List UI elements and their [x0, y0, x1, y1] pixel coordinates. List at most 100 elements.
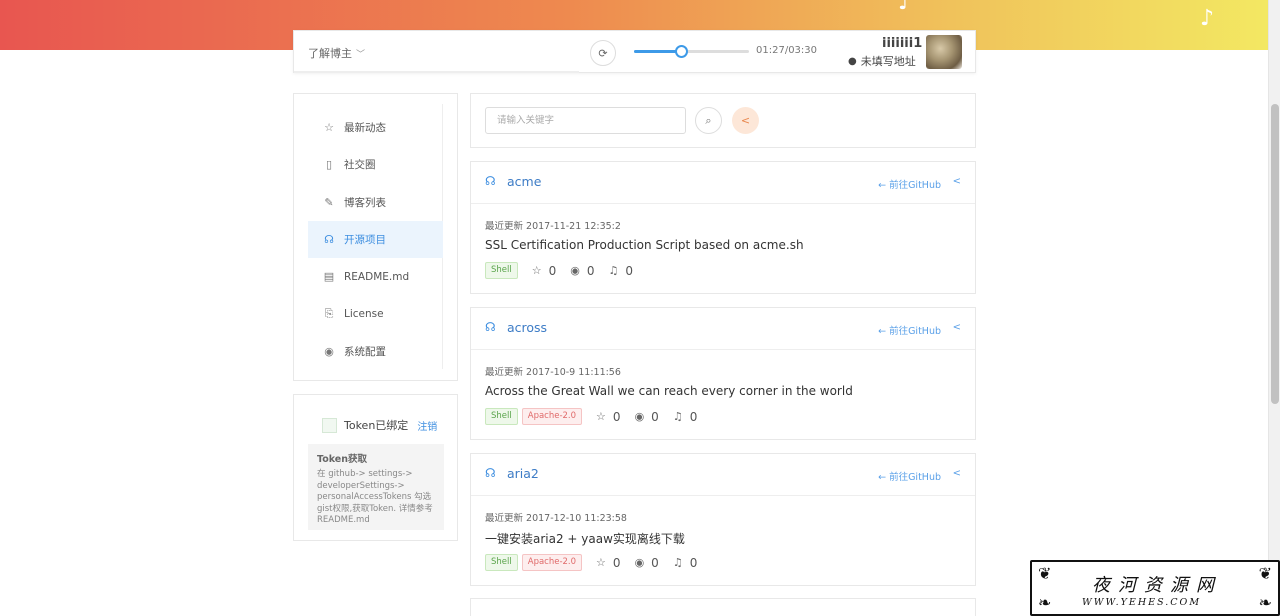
open-github-link[interactable]: ← 前往GitHub — [878, 323, 941, 337]
sidebar-nav: ☆ 最新动态 ▯ 社交圈 ✎ 博客列表 ☊ 开源项目 ▤ README.md ⎘ License ◉ 系统… — [293, 93, 458, 381]
updated-label: 最近更新 — [485, 513, 524, 524]
profile-header: 了解博主 ﹀ ⟳ 01:27/03:30 iiiiiii1 ● 未填写地址 — [293, 30, 976, 73]
watchers-stat: ◉ 0 — [570, 264, 594, 278]
location: ● 未填写地址 — [848, 53, 916, 69]
eye-icon: ◉ — [570, 264, 580, 277]
share-icon[interactable]: < — [953, 176, 961, 187]
repo-description: Across the Great Wall we can reach every… — [485, 384, 853, 398]
subscribers-stat: ♫ 0 — [673, 410, 698, 424]
logout-link[interactable]: 注销 — [417, 418, 437, 433]
sidebar-item-1[interactable]: ▯ 社交圈 — [308, 146, 443, 183]
ornament-icon: ❦ — [1038, 564, 1052, 583]
search-input[interactable] — [485, 107, 686, 134]
sidebar-item-4[interactable]: ▤ README.md — [308, 258, 443, 295]
license-tag: Apache-2.0 — [521, 554, 583, 571]
share-icon[interactable]: < — [953, 468, 961, 479]
license-tag: Apache-2.0 — [521, 408, 583, 425]
progress-fill — [634, 50, 682, 53]
repo-description: 一键安装aria2 + yaaw实现离线下载 — [485, 532, 685, 546]
watermark-title: 夜河资源网 — [1092, 575, 1222, 596]
location-pin-icon: ● — [848, 55, 857, 67]
star-icon: ☆ — [596, 410, 606, 423]
updated-label: 最近更新 — [485, 221, 524, 232]
music-note-icon[interactable]: ♪ — [1200, 8, 1214, 30]
watchers-count: 0 — [651, 409, 659, 424]
stars-stat: ☆ 0 — [532, 264, 557, 278]
refresh-icon: ⟳ — [598, 46, 608, 60]
sidebar-item-3[interactable]: ☊ 开源项目 — [308, 220, 443, 258]
file-icon: ▤ — [323, 270, 335, 284]
bell-icon: ♫ — [672, 556, 683, 569]
bell-icon: ♫ — [672, 410, 683, 423]
watchers-count: 0 — [651, 555, 659, 570]
about-blogger-label: 了解博主 — [308, 47, 352, 60]
updated-time: 2017-12-10 11:23:58 — [526, 513, 627, 524]
token-checkbox[interactable] — [322, 417, 337, 433]
repo-header: ☊ across ← 前往GitHub < — [471, 308, 975, 350]
updated-time: 2017-11-21 12:35:2 — [526, 221, 621, 232]
progress-knob[interactable] — [675, 45, 689, 58]
subscribers-stat: ♫ 0 — [673, 556, 698, 570]
stars-stat: ☆ 0 — [596, 556, 621, 570]
star-icon: ☆ — [596, 556, 606, 569]
repo-card: ☊ across ← 前往GitHub < 最近更新 2017-10-9 11:… — [470, 307, 976, 440]
sidebar-item-6[interactable]: ◉ 系统配置 — [308, 333, 443, 370]
token-help-box: Token获取 在 github-> settings-> developerS… — [308, 444, 444, 530]
share-button[interactable]: < — [732, 107, 759, 134]
subscribers-count: 0 — [689, 409, 698, 424]
subscribers-stat: ♫ 0 — [609, 264, 634, 278]
watchers-stat: ◉ 0 — [635, 556, 659, 570]
sidebar-item-label: 系统配置 — [344, 345, 386, 358]
repo-card: ☊ acme ← 前往GitHub < 最近更新 2017-11-21 12:3… — [470, 161, 976, 294]
stars-count: 0 — [548, 263, 557, 278]
music-progress-slider[interactable] — [634, 45, 749, 58]
settings-icon: ◉ — [324, 344, 334, 358]
repo-header: ☊ acme ← 前往GitHub < — [471, 162, 975, 204]
repo-name[interactable]: aria2 — [507, 466, 539, 481]
sidebar-item-label: 最新动态 — [344, 122, 386, 134]
repo-description: SSL Certification Production Script base… — [485, 238, 804, 252]
headphones-icon: ☊ — [485, 466, 496, 480]
scrollbar-thumb[interactable] — [1271, 104, 1279, 404]
headphones-icon: ☊ — [324, 232, 334, 246]
sidebar-item-label: 开源项目 — [344, 233, 386, 246]
open-github-link[interactable]: ← 前往GitHub — [878, 469, 941, 483]
refresh-button[interactable]: ⟳ — [590, 40, 616, 66]
stars-count: 0 — [612, 409, 621, 424]
star-icon: ☆ — [324, 121, 334, 134]
sidebar-item-2[interactable]: ✎ 博客列表 — [308, 184, 443, 221]
watermark-url: WWW.YEHES.COM — [1082, 597, 1202, 608]
repo-meta: Shell ☆ 0 ◉ 0 ♫ 0 — [485, 262, 633, 279]
repo-name[interactable]: across — [507, 320, 547, 335]
subscribers-count: 0 — [625, 263, 634, 278]
repo-name[interactable]: acme — [507, 174, 541, 189]
token-panel: Token已绑定 注销 Token获取 在 github-> settings-… — [293, 394, 458, 541]
sidebar-item-0[interactable]: ☆ 最新动态 — [308, 109, 443, 146]
ornament-icon: ❧ — [1038, 593, 1052, 612]
search-panel: ⌕ < — [470, 93, 976, 148]
repo-header: ☊ aria2 ← 前往GitHub < — [471, 454, 975, 496]
token-help-title: Token获取 — [317, 454, 368, 465]
avatar[interactable] — [926, 35, 962, 69]
sidebar-item-label: License — [344, 308, 384, 320]
username: iiiiiii1 — [882, 36, 923, 51]
share-icon[interactable]: < — [953, 322, 961, 333]
license-icon: ⎘ — [324, 307, 334, 320]
language-tag: Shell — [485, 554, 518, 571]
page-scrollbar[interactable] — [1268, 0, 1280, 616]
search-button[interactable]: ⌕ — [695, 107, 722, 134]
sidebar-item-5[interactable]: ⎘ License — [308, 296, 443, 333]
about-blogger-dropdown[interactable]: 了解博主 ﹀ — [308, 45, 365, 61]
phone-icon: ▯ — [325, 158, 333, 172]
token-status: Token已绑定 — [344, 419, 409, 432]
repo-card — [470, 598, 976, 616]
playback-time: 01:27/03:30 — [756, 45, 818, 56]
open-github-link[interactable]: ← 前往GitHub — [878, 177, 941, 191]
stars-count: 0 — [612, 555, 621, 570]
repo-updated: 最近更新 2017-10-9 11:11:56 — [485, 364, 621, 378]
bell-icon: ♫ — [608, 264, 619, 277]
headphones-icon: ☊ — [485, 174, 496, 188]
token-status-row: Token已绑定 注销 — [322, 417, 437, 433]
token-help-body: 在 github-> settings-> developerSettings-… — [317, 469, 433, 525]
repo-meta: Shell Apache-2.0 ☆ 0 ◉ 0 ♫ 0 — [485, 408, 697, 425]
